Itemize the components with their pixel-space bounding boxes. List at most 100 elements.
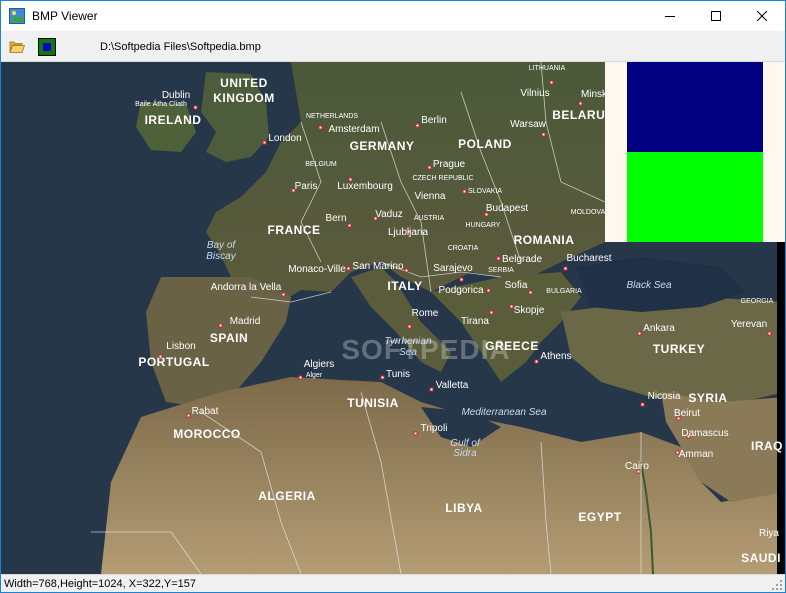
city-dot [193, 105, 198, 110]
label-mediterranean: Mediterranean Sea [461, 407, 546, 418]
minimize-button[interactable] [647, 1, 693, 31]
label-prague: Prague [433, 159, 466, 170]
city-dot [528, 290, 533, 295]
toolbar: D:\Softpedia Files\Softpedia.bmp [2, 31, 784, 62]
label-france: FRANCE [268, 223, 321, 237]
label-portugal: PORTUGAL [138, 355, 209, 369]
label-lithuania: LITHUANIA [529, 65, 566, 72]
city-dot [767, 331, 772, 336]
city-dot [281, 292, 286, 297]
city-dot [486, 288, 491, 293]
label-tirana: Tirana [461, 316, 489, 327]
label-turkey: TURKEY [653, 342, 705, 356]
label-warsaw: Warsaw [510, 119, 547, 130]
label-italy: ITALY [387, 279, 422, 293]
palette-swatch-blue[interactable] [627, 62, 763, 152]
label-ljubljana: Ljubljana [388, 227, 428, 238]
maximize-icon [711, 11, 721, 21]
city-dot [496, 256, 501, 261]
label-podgorica: Podgorica [438, 285, 483, 296]
city-dot [427, 165, 432, 170]
close-button[interactable] [739, 1, 785, 31]
label-iraq: IRAQ [751, 439, 783, 453]
label-biscay-1: Bay of [207, 240, 237, 251]
city-dot [415, 123, 420, 128]
label-alger: Alger [306, 372, 323, 379]
label-lisbon: Lisbon [166, 341, 195, 352]
label-bulgaria: BULGARIA [546, 288, 582, 295]
label-egypt: EGYPT [578, 510, 621, 524]
palette-swatch-green[interactable] [627, 152, 763, 242]
title-bar[interactable]: BMP Viewer [1, 1, 785, 31]
city-dot [462, 189, 467, 194]
label-ireland: IRELAND [145, 113, 202, 127]
app-icon [9, 8, 25, 24]
label-london: London [268, 133, 301, 144]
label-beirut: Beirut [674, 408, 700, 419]
label-serbia: SERBIA [488, 267, 514, 274]
status-bar: Width=768,Height=1024, X=322,Y=157 [1, 574, 785, 592]
city-dot [541, 132, 546, 137]
city-dot [640, 402, 645, 407]
label-georgia: GEORGIA [741, 298, 774, 305]
label-sofia: Sofia [505, 280, 528, 291]
label-bucharest: Bucharest [566, 253, 611, 264]
label-algiers: Algiers [304, 359, 335, 370]
label-belgrade: Belgrade [502, 254, 542, 265]
city-dot [407, 324, 412, 329]
label-austria: AUSTRIA [414, 215, 445, 222]
label-saudi: SAUDI [741, 551, 781, 565]
label-amman: Amman [679, 449, 713, 460]
map-image: UNITED KINGDOM IRELAND GERMANY POLAND BE… [1, 62, 785, 574]
color-palette-button[interactable] [37, 37, 57, 57]
label-madrid: Madrid [230, 316, 261, 327]
label-damascus: Damascus [681, 428, 728, 439]
label-spain: SPAIN [210, 331, 248, 345]
city-dot [262, 140, 267, 145]
city-dot [459, 277, 464, 282]
label-athens: Athens [540, 351, 571, 362]
label-tunis: Tunis [386, 369, 410, 380]
label-tunisia: TUNISIA [347, 396, 399, 410]
city-dot [578, 101, 583, 106]
open-file-button[interactable] [7, 37, 27, 57]
label-nicosia: Nicosia [648, 391, 681, 402]
label-sanmarino: San Marino [352, 261, 404, 272]
watermark-text: SOFTPEDIA [341, 334, 510, 365]
city-dot [404, 268, 409, 273]
city-dot [186, 413, 191, 418]
city-dot [318, 125, 323, 130]
label-belarus: BELARUS [552, 108, 614, 122]
label-netherlands: NETHERLANDS [306, 113, 358, 120]
city-dot [563, 266, 568, 271]
label-ankara: Ankara [643, 323, 675, 334]
maximize-button[interactable] [693, 1, 739, 31]
city-dot [158, 354, 163, 359]
image-canvas[interactable]: UNITED KINGDOM IRELAND GERMANY POLAND BE… [1, 62, 785, 574]
label-morocco: MOROCCO [173, 427, 241, 441]
label-belgium: BELGIUM [305, 161, 337, 168]
label-budapest: Budapest [486, 203, 528, 214]
label-minsk: Minsk [581, 89, 608, 100]
label-sarajevo: Sarajevo [433, 263, 473, 274]
label-amsterdam: Amsterdam [328, 124, 379, 135]
label-uk: KINGDOM [213, 91, 275, 105]
app-window: BMP Viewer D:\Softpedia Files\Softpedia.… [0, 0, 786, 593]
label-luxembourg: Luxembourg [337, 181, 393, 192]
city-dot [509, 304, 514, 309]
city-dot [347, 223, 352, 228]
city-dot [380, 375, 385, 380]
label-uk-1: UNITED [220, 76, 268, 90]
label-valletta: Valletta [436, 380, 469, 391]
close-icon [757, 11, 767, 21]
label-bern: Bern [325, 213, 346, 224]
city-dot [298, 375, 303, 380]
resize-grip-icon[interactable] [771, 579, 783, 591]
label-vaduz: Vaduz [375, 209, 403, 220]
city-dot [413, 431, 418, 436]
label-vienna: Vienna [415, 191, 446, 202]
label-slovakia: SLOVAKIA [468, 188, 502, 195]
label-tripoli: Tripoli [421, 423, 448, 434]
label-syria: SYRIA [688, 391, 727, 405]
window-title: BMP Viewer [32, 9, 98, 23]
